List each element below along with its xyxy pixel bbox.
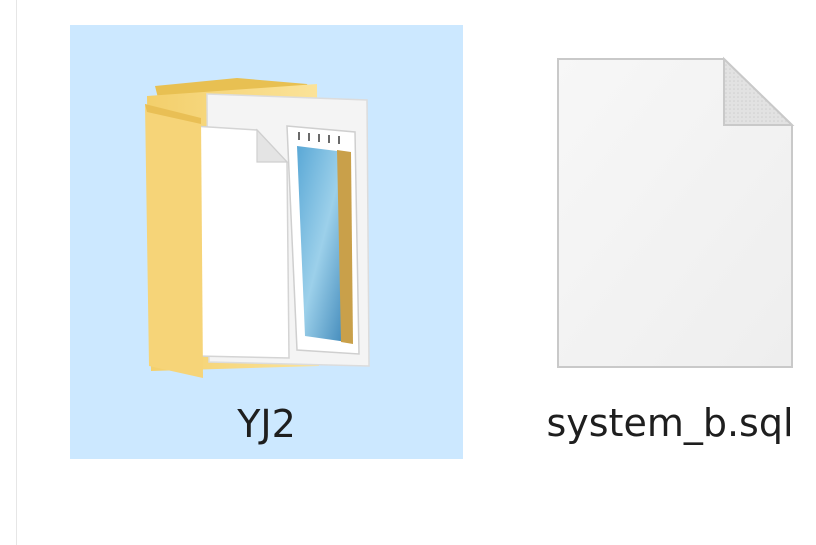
file-name-label: system_b.sql xyxy=(546,401,794,445)
folder-name-label: YJ2 xyxy=(237,402,296,446)
pane-divider xyxy=(16,0,17,545)
file-view: YJ2 system_b.sql xyxy=(0,0,816,545)
folder-icon xyxy=(145,78,370,378)
folder-item-yj2[interactable]: YJ2 xyxy=(70,25,463,459)
blank-document-icon xyxy=(557,56,795,368)
file-item-system-b-sql[interactable]: system_b.sql xyxy=(530,25,810,459)
